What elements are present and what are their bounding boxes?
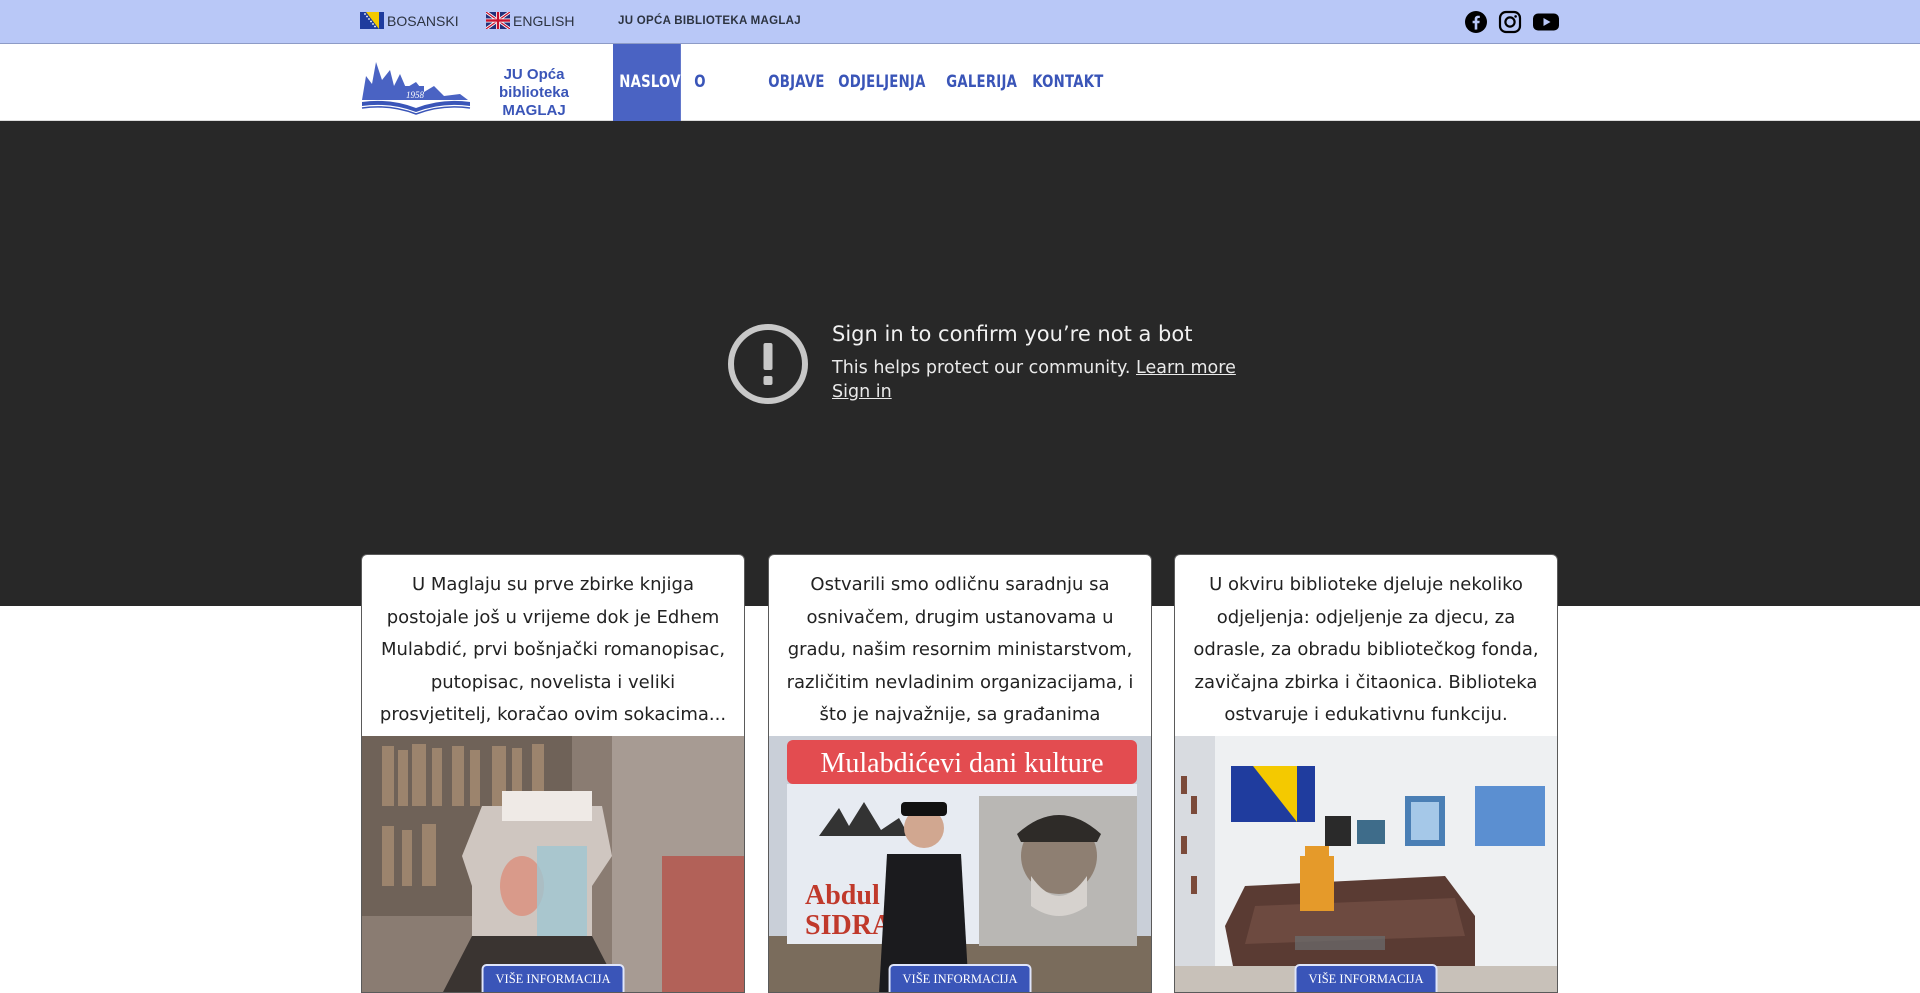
uk-flag-icon xyxy=(486,12,510,29)
info-card-cooperation: Ostvarili smo odličnu saradnju sa osniva… xyxy=(768,554,1152,993)
card-image-reading-room xyxy=(1175,736,1557,992)
banner-name: Abdul xyxy=(805,880,880,911)
bot-check-title: Sign in to confirm you’re not a bot xyxy=(832,322,1193,346)
card-text: Ostvarili smo odličnu saradnju sa osniva… xyxy=(786,574,1134,758)
warning-exclamation-icon xyxy=(728,324,808,404)
logo-year: 1958 xyxy=(406,90,425,100)
language-english[interactable]: ENGLISH xyxy=(486,12,574,29)
logo-line2: MAGLAJ xyxy=(502,102,566,119)
nav-item-o-nama[interactable]: O NAMA xyxy=(688,44,755,169)
card-image-portrait xyxy=(362,736,744,992)
library-building-logo-icon: 1958 xyxy=(361,62,471,115)
info-card-history: U Maglaju su prve zbirke knjiga postojal… xyxy=(361,554,745,993)
logo-line1: JU Opća biblioteka xyxy=(498,66,569,101)
main-menu: NASLOVNA O NAMA OBJAVE ODJELJENJA GALERI… xyxy=(613,44,1104,169)
card-image-culture-days: Mulabdićevi dani kulture Abdul SIDRA xyxy=(769,736,1151,992)
more-info-button[interactable]: VIŠE INFORMACIJA xyxy=(888,964,1032,992)
bot-check-text: This helps protect our community. xyxy=(832,358,1131,378)
logo-text: JU Opća biblioteka MAGLAJ xyxy=(472,66,596,120)
facebook-icon[interactable] xyxy=(1464,10,1488,34)
more-info-button[interactable]: VIŠE INFORMACIJA xyxy=(481,964,625,992)
nav-label: GALERIJA xyxy=(946,72,1018,92)
card-text: U okviru biblioteke djeluje nekoliko odj… xyxy=(1193,574,1539,725)
nav-item-galerija[interactable]: GALERIJA xyxy=(940,44,1018,121)
top-bar: BOSANSKI ENGLISH JU OPĆA BIBLIOTEKA MAGL… xyxy=(0,0,1920,44)
nav-item-objave[interactable]: OBJAVE xyxy=(762,44,826,121)
nav-item-kontakt[interactable]: KONTAKT xyxy=(1026,44,1103,121)
instagram-icon[interactable] xyxy=(1498,10,1522,34)
more-info-button[interactable]: VIŠE INFORMACIJA xyxy=(1294,964,1438,992)
nav-label: KONTAKT xyxy=(1032,72,1104,92)
language-label: ENGLISH xyxy=(513,12,575,29)
banner-title: Mulabdićevi dani kulture xyxy=(820,748,1103,779)
nav-item-naslovna[interactable]: NASLOVNA xyxy=(613,44,702,121)
banner-surname: SIDRA xyxy=(805,910,893,941)
language-bosanski[interactable]: BOSANSKI xyxy=(360,12,459,29)
main-navbar: 1958 JU Opća biblioteka MAGLAJ NASLOVNA … xyxy=(0,44,1920,169)
nav-label: OBJAVE xyxy=(768,72,825,92)
language-label: BOSANSKI xyxy=(387,12,459,29)
sign-in-link[interactable]: Sign in xyxy=(832,382,892,402)
social-links xyxy=(1464,10,1560,34)
youtube-icon[interactable] xyxy=(1532,10,1560,34)
nav-item-odjeljenja[interactable]: ODJELJENJA xyxy=(832,44,926,121)
learn-more-link[interactable]: Learn more xyxy=(1136,358,1236,378)
card-text: U Maglaju su prve zbirke knjiga postojal… xyxy=(379,574,727,725)
info-card-departments: U okviru biblioteke djeluje nekoliko odj… xyxy=(1174,554,1558,993)
site-name[interactable]: JU OPĆA BIBLIOTEKA MAGLAJ xyxy=(618,15,801,27)
nav-label: ODJELJENJA xyxy=(838,72,926,92)
bosnia-flag-icon xyxy=(360,12,384,29)
library-logo[interactable]: 1958 JU Opća biblioteka MAGLAJ xyxy=(360,48,596,120)
bot-check-subtitle: This helps protect our community. Learn … xyxy=(832,358,1236,378)
